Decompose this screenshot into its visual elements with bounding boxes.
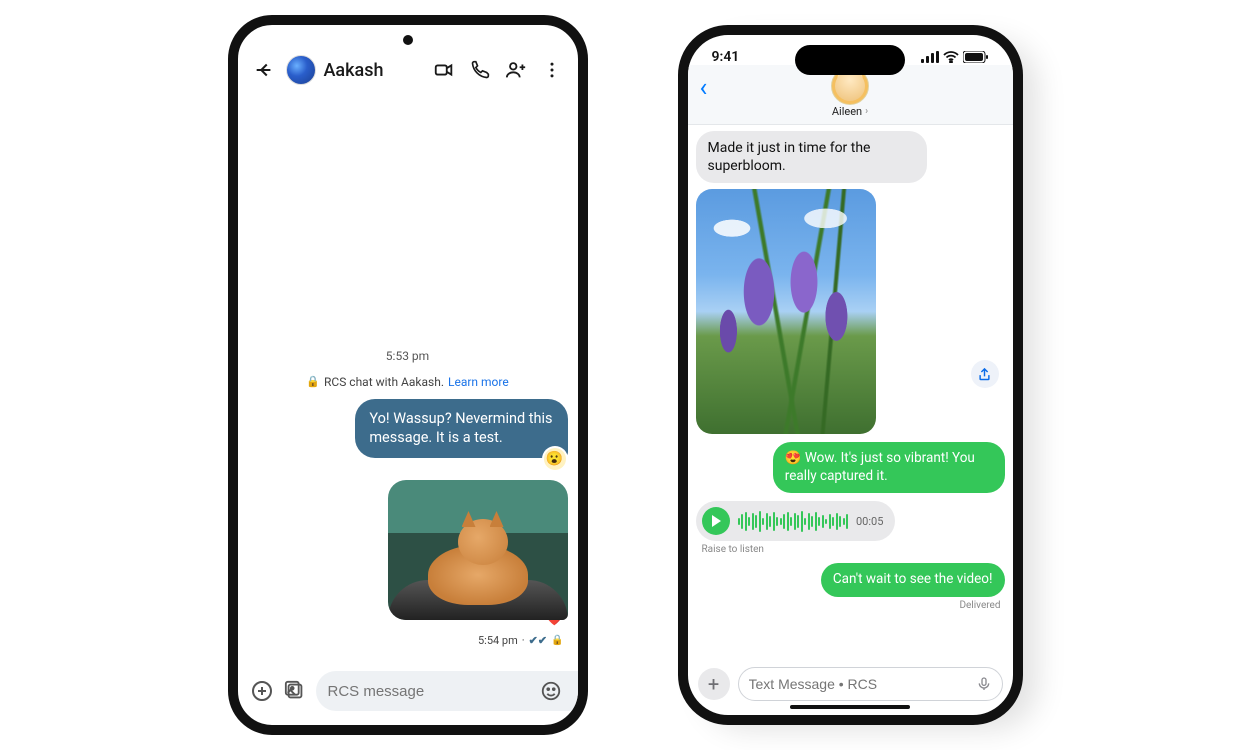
time-divider: 5:53 pm bbox=[248, 349, 568, 363]
phone-call-icon[interactable] bbox=[466, 56, 494, 84]
contact-avatar[interactable] bbox=[286, 55, 316, 85]
rcs-banner-text: RCS chat with Aakash. bbox=[324, 375, 444, 389]
home-indicator bbox=[790, 705, 910, 709]
sent-text-bubble[interactable]: Yo! Wassup? Nevermind this message. It i… bbox=[355, 399, 567, 458]
front-camera-dot bbox=[403, 35, 413, 45]
contact-name: Aakash bbox=[324, 60, 384, 81]
raise-to-listen-hint: Raise to listen bbox=[702, 544, 764, 555]
wifi-icon bbox=[943, 51, 959, 63]
message-input[interactable] bbox=[328, 683, 527, 700]
ios-chat-area: Made it just in time for the superbloom.… bbox=[688, 125, 1013, 661]
sent-text-bubble[interactable]: Can't wait to see the video! bbox=[821, 563, 1005, 597]
mic-icon[interactable] bbox=[976, 674, 992, 694]
encryption-lock-icon: 🔒 bbox=[551, 635, 563, 646]
message-time: 5:54 pm bbox=[478, 634, 518, 647]
status-time: 9:41 bbox=[712, 49, 740, 65]
waveform-icon bbox=[738, 510, 849, 532]
contact-name-button[interactable]: Aileen › bbox=[832, 105, 868, 118]
rcs-banner: 🔒 RCS chat with Aakash. Learn more bbox=[248, 375, 568, 389]
sent-image-attachment[interactable] bbox=[388, 480, 568, 620]
lock-icon: 🔒 bbox=[306, 375, 320, 388]
message-input[interactable] bbox=[749, 676, 968, 692]
video-call-icon[interactable] bbox=[430, 56, 458, 84]
add-attachment-icon[interactable]: + bbox=[698, 668, 730, 700]
overflow-menu-icon[interactable] bbox=[538, 56, 566, 84]
play-button-icon[interactable] bbox=[702, 507, 730, 535]
sent-message-group: Yo! Wassup? Nevermind this message. It i… bbox=[296, 399, 568, 480]
composer-pill bbox=[316, 671, 588, 711]
battery-icon bbox=[963, 51, 989, 63]
voice-duration: 00:05 bbox=[856, 515, 883, 528]
shocked-reaction-icon[interactable]: 😮 bbox=[544, 448, 566, 470]
android-composer bbox=[238, 661, 578, 725]
mic-icon[interactable] bbox=[575, 677, 588, 705]
message-meta: 5:54 pm · ✔✔ 🔒 bbox=[478, 634, 564, 647]
voice-message[interactable]: 00:05 bbox=[696, 501, 896, 541]
back-arrow-icon[interactable] bbox=[250, 56, 278, 84]
signal-icon bbox=[921, 51, 939, 63]
sent-image-group: ❤️ 5:54 pm · ✔✔ 🔒 bbox=[388, 480, 568, 653]
chevron-right-icon: › bbox=[865, 106, 868, 117]
android-phone-frame: Aakash 5:53 pm 🔒 RCS chat with Aakash. L… bbox=[228, 15, 588, 735]
dynamic-island bbox=[795, 45, 905, 75]
android-chat-area: 5:53 pm 🔒 RCS chat with Aakash. Learn mo… bbox=[238, 91, 578, 661]
back-chevron-icon[interactable]: ‹ bbox=[700, 73, 708, 103]
received-image-attachment[interactable] bbox=[696, 189, 876, 434]
delivered-status: Delivered bbox=[959, 600, 1000, 611]
composer-pill bbox=[738, 667, 1003, 701]
learn-more-link[interactable]: Learn more bbox=[448, 375, 509, 389]
sent-text-bubble[interactable]: 😍 Wow. It's just so vibrant! You really … bbox=[773, 442, 1005, 493]
received-text-bubble[interactable]: Made it just in time for the superbloom. bbox=[696, 131, 928, 183]
add-attachment-icon[interactable] bbox=[250, 677, 274, 705]
contact-name: Aileen bbox=[832, 105, 862, 118]
iphone-frame: 9:41 ‹ Aileen › Made it just in time for… bbox=[678, 25, 1023, 725]
add-person-icon[interactable] bbox=[502, 56, 530, 84]
read-receipt-icon: ✔✔ bbox=[529, 634, 547, 647]
emoji-picker-icon[interactable] bbox=[537, 677, 565, 705]
share-icon[interactable] bbox=[971, 360, 999, 388]
gallery-icon[interactable] bbox=[284, 677, 306, 705]
